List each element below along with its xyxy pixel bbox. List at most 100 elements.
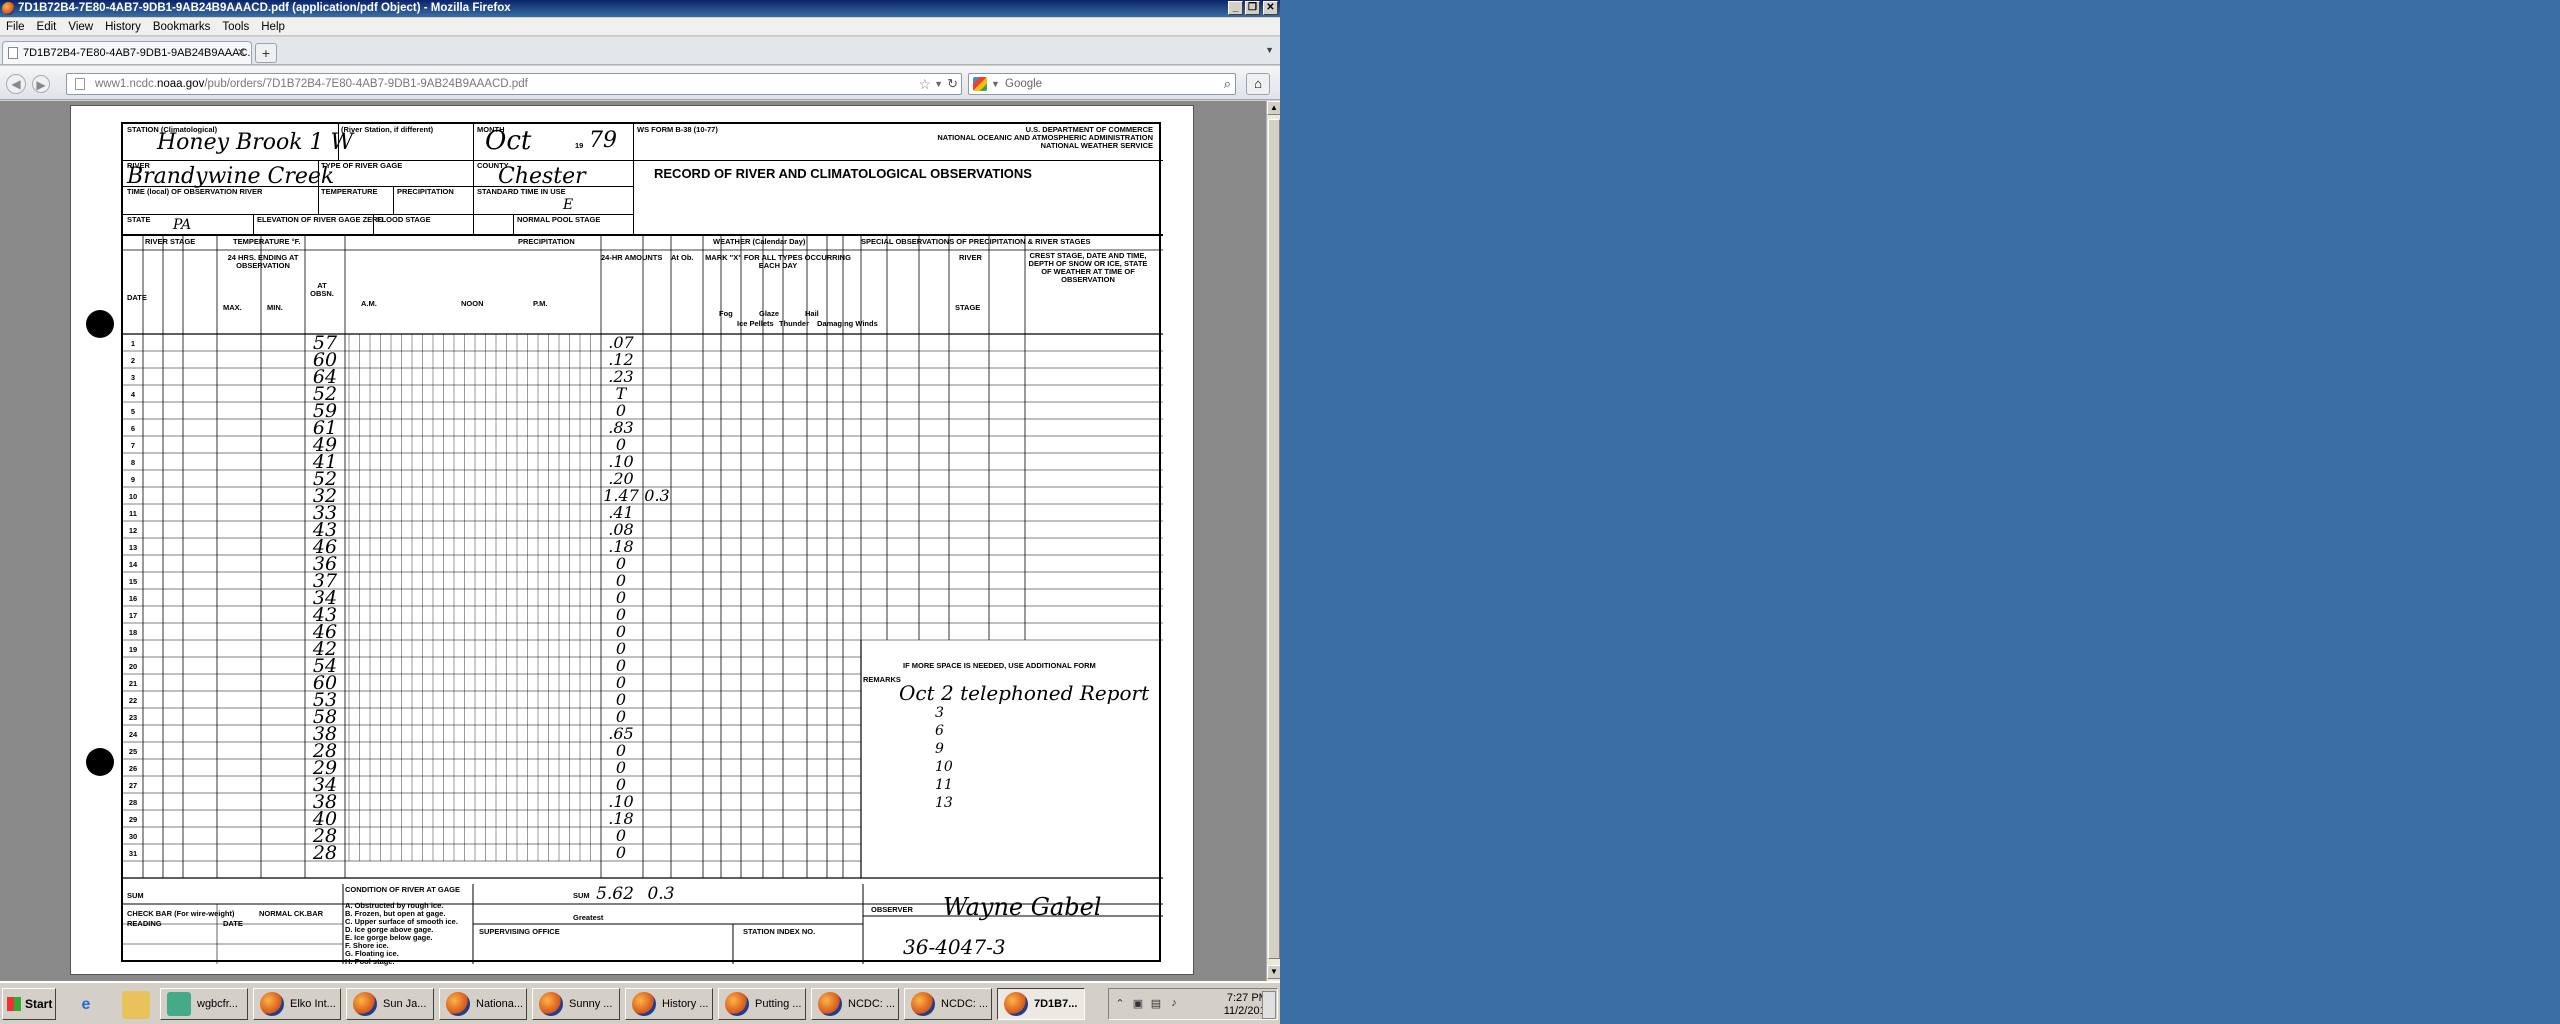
taskbar-item[interactable]: Elko Int...: [253, 988, 341, 1020]
taskbar-item[interactable]: Sunny ...: [532, 988, 620, 1020]
menu-edit[interactable]: Edit: [31, 18, 63, 35]
url-prefix: www1.ncdc.: [95, 78, 157, 90]
reload-icon[interactable]: ↻: [947, 74, 958, 94]
search-engine-dropdown-icon[interactable]: ▼: [991, 74, 1000, 94]
taskbar-item-label: Sunny ...: [569, 998, 613, 1010]
home-button[interactable]: ⌂: [1246, 73, 1270, 95]
menu-history[interactable]: History: [99, 18, 147, 35]
forward-icon[interactable]: ▶: [32, 75, 50, 93]
folder-icon[interactable]: [122, 991, 150, 1019]
observer-label: OBSERVER: [871, 905, 913, 914]
day-number: 9: [130, 475, 136, 484]
show-desktop-button[interactable]: [1262, 991, 1276, 1019]
day-number: 22: [128, 696, 138, 705]
precip-amount: 0: [615, 622, 627, 641]
tray-expand-icon[interactable]: ⌃: [1113, 997, 1127, 1011]
url-dropdown-icon[interactable]: ▼: [934, 74, 943, 94]
network-icon[interactable]: ▤: [1149, 997, 1163, 1011]
internet-explorer-icon[interactable]: e: [72, 991, 100, 1019]
taskbar-item-label: Putting ...: [755, 998, 802, 1010]
firefox-window: 7D1B72B4-7E80-4AB7-9DB1-9AB24B9AAACD.pdf…: [0, 0, 1280, 1024]
page-identity-icon: [75, 78, 85, 90]
back-icon[interactable]: ◀: [6, 74, 26, 94]
url-bar[interactable]: www1.ncdc.noaa.gov/pub/orders/7D1B72B4-7…: [66, 73, 962, 95]
bookmark-star-icon[interactable]: ☆: [918, 74, 931, 94]
day-number: 28: [128, 798, 138, 807]
scroll-thumb[interactable]: [1268, 119, 1280, 959]
taskbar-item[interactable]: History ...: [625, 988, 713, 1020]
precip-amount: .23: [608, 367, 634, 386]
precip-amount: .12: [608, 350, 634, 369]
menu-bookmarks[interactable]: Bookmarks: [147, 18, 217, 35]
remarks-day: 13: [935, 795, 953, 811]
tray-app-icon[interactable]: ▣: [1131, 997, 1145, 1011]
precip-amount: .10: [608, 792, 634, 811]
precip-amount: T: [615, 384, 627, 403]
home-icon: ⌂: [1254, 76, 1262, 91]
menu-view[interactable]: View: [62, 18, 99, 35]
scroll-up-icon[interactable]: ▲: [1267, 101, 1280, 115]
taskbar-item-label: Nationa...: [476, 998, 524, 1010]
precip-amount: .10: [608, 452, 634, 471]
day-number: 3: [130, 373, 136, 382]
day-number: 21: [128, 679, 138, 688]
taskbar-item-label: 7D1B7...: [1034, 998, 1078, 1010]
google-icon[interactable]: [973, 77, 987, 91]
taskbar-item[interactable]: Sun Ja...: [346, 988, 434, 1020]
precip-amount: 0: [615, 435, 627, 454]
punch-hole: [86, 310, 114, 338]
menu-tools[interactable]: Tools: [216, 18, 255, 35]
day-number: 17: [128, 611, 138, 620]
day-number: 18: [128, 628, 138, 637]
remarks-day: 11: [935, 777, 953, 793]
taskbar-item[interactable]: wgbcfr...: [160, 988, 248, 1020]
start-button[interactable]: Start: [2, 988, 56, 1020]
day-number: 29: [128, 815, 138, 824]
taskbar-item[interactable]: NCDC: ...: [904, 988, 992, 1020]
taskbar-item[interactable]: Nationa...: [439, 988, 527, 1020]
day-number: 23: [128, 713, 138, 722]
condition-item: H. Pool stage.: [345, 957, 395, 966]
day-number: 12: [128, 526, 138, 535]
taskbar-item[interactable]: NCDC: ...: [811, 988, 899, 1020]
precip-amount: 0: [615, 605, 627, 624]
day-number: 19: [128, 645, 138, 654]
snow-amount: 0.3: [644, 486, 670, 505]
menu-file[interactable]: File: [0, 18, 31, 35]
day-number: 27: [128, 781, 138, 790]
volume-icon[interactable]: ♪: [1167, 997, 1181, 1011]
day-number: 7: [130, 441, 136, 450]
precip-amount: 0: [615, 775, 627, 794]
more-space-note: IF MORE SPACE IS NEEDED, USE ADDITIONAL …: [903, 661, 1096, 670]
remarks-label: REMARKS: [863, 675, 901, 684]
menu-help[interactable]: Help: [255, 18, 291, 35]
scroll-down-icon[interactable]: ▼: [1267, 965, 1280, 979]
vertical-scrollbar[interactable]: ▲ ▼: [1266, 101, 1280, 981]
precip-amount: 0: [615, 673, 627, 692]
close-tab-icon[interactable]: ✕: [237, 42, 246, 64]
taskbar-item[interactable]: Putting ...: [718, 988, 806, 1020]
search-bar[interactable]: ▼ Google ⌕: [968, 73, 1236, 95]
day-number: 20: [128, 662, 138, 671]
new-tab-button[interactable]: +: [255, 43, 277, 63]
remarks-day: 10: [935, 759, 953, 775]
maximize-button[interactable]: ❐: [1245, 1, 1260, 15]
minimize-button[interactable]: _: [1228, 1, 1243, 15]
close-button[interactable]: ✕: [1263, 1, 1278, 15]
observation-grid: [123, 236, 1163, 964]
search-icon[interactable]: ⌕: [1224, 74, 1231, 94]
precip-amount: 0: [615, 571, 627, 590]
taskbar-item-label: wgbcfr...: [197, 998, 238, 1010]
firefox-icon: [353, 992, 377, 1016]
station-index-label: STATION INDEX NO.: [743, 927, 816, 936]
search-placeholder: Google: [1005, 78, 1043, 90]
tab-pdf[interactable]: 7D1B72B4-7E80-4AB7-9DB1-9AB24B9AAAC... ✕: [2, 41, 252, 64]
day-number: 1: [130, 339, 136, 348]
firefox-icon: [446, 992, 470, 1016]
temp-at-obs: 28: [312, 842, 338, 864]
menu-bar: File Edit View History Bookmarks Tools Help: [0, 18, 1280, 36]
precip-amount: 0: [615, 741, 627, 760]
list-tabs-icon[interactable]: ▼: [1265, 45, 1274, 55]
firefox-icon: [632, 992, 656, 1016]
taskbar-item[interactable]: 7D1B7...: [997, 988, 1085, 1020]
